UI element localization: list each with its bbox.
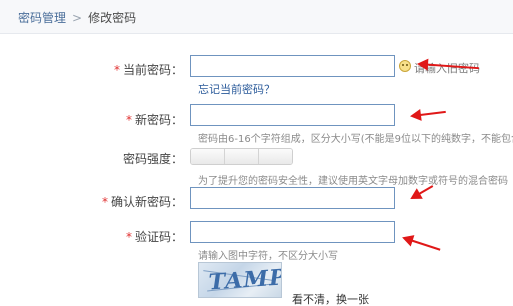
strength-segment [191,149,225,164]
current-password-label: * 当前密码： [0,61,183,78]
required-mark: * [101,195,108,209]
captcha-text: TAMP [206,264,282,296]
new-password-input[interactable] [190,104,395,126]
required-mark: * [113,63,120,77]
strength-segment [259,149,292,164]
current-password-label-text: 当前密码： [122,63,183,77]
breadcrumb: 密码管理 > 修改密码 [18,9,136,26]
new-password-label-text: 新密码： [134,113,183,127]
breadcrumb-root-link[interactable]: 密码管理 [18,11,66,25]
forgot-password-link[interactable]: 忘记当前密码？ [198,81,275,97]
captcha-label-text: 验证码： [134,230,183,244]
confirm-password-label-text: 确认新密码： [110,195,183,209]
breadcrumb-bar: 密码管理 > 修改密码 [0,0,513,34]
required-mark: * [125,230,132,244]
confirm-password-input[interactable] [190,187,395,209]
confirm-password-label: * 确认新密码： [0,193,183,210]
breadcrumb-separator: > [72,11,83,25]
captcha-hint: 请输入图中字符，不区分大小写 [198,251,338,262]
captcha-refresh-link[interactable]: 看不清，换一张 [292,291,369,306]
smiley-icon [399,60,411,72]
annotation-arrow [411,185,434,199]
captcha-image[interactable]: TAMP [198,262,282,298]
annotation-arrow [411,110,446,117]
captcha-input[interactable] [190,221,395,243]
password-strength-label: 密码强度： [122,152,183,166]
annotation-arrow [403,237,441,251]
new-password-label: * 新密码： [0,111,183,128]
new-password-hint: 密码由6-16个字符组成，区分大小写(不能是9位以下的纯数字，不能包含空 [198,134,513,145]
current-password-input[interactable] [190,55,395,77]
password-strength-meter [190,148,293,165]
strength-segment [225,149,259,164]
breadcrumb-current: 修改密码 [88,11,137,25]
captcha-label: * 验证码： [0,228,183,245]
required-mark: * [125,113,132,127]
password-strength-hint: 为了提升您的密码安全性，建议使用英文字母加数字或符号的混合密码 [198,176,508,187]
change-password-page: 密码管理 > 修改密码 * 当前密码： 请输入旧密码 忘记当前密码？ * 新密码： 密码… [0,0,513,306]
